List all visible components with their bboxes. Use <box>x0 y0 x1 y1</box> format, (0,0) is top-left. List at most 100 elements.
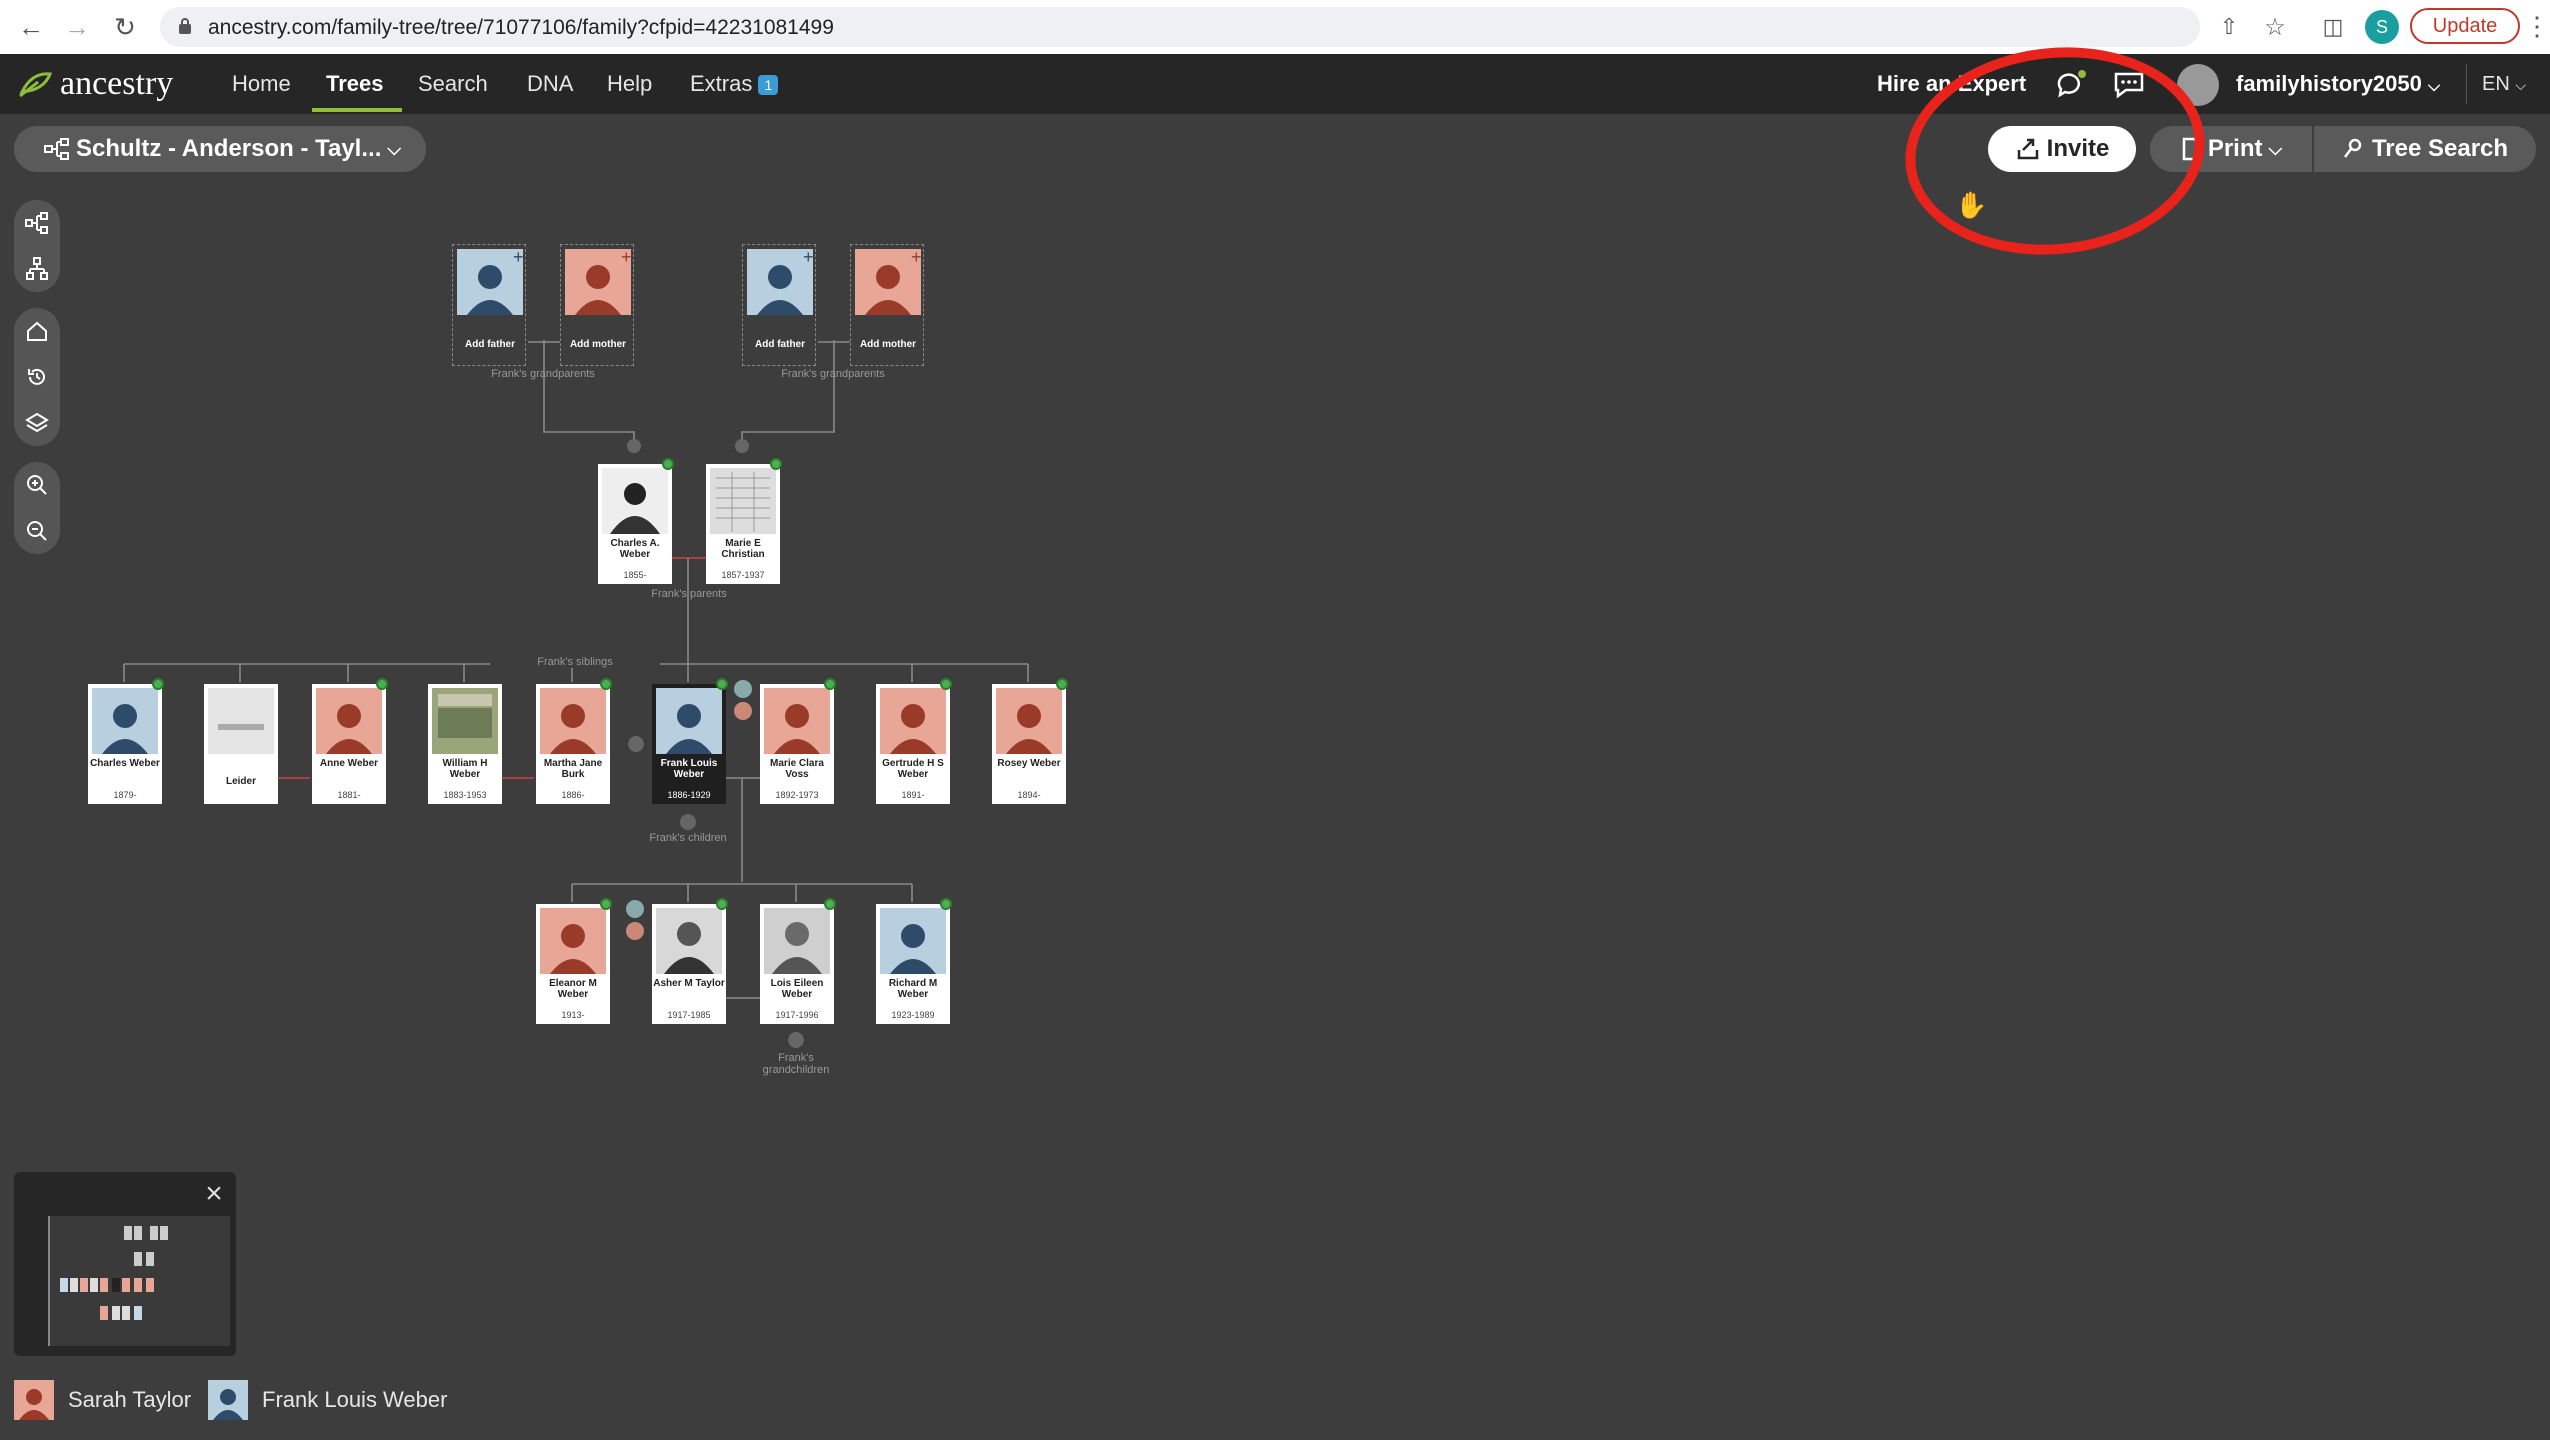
grandchildren-label: Frank's grandchildren <box>762 1052 830 1076</box>
home-person-frank[interactable]: Frank Louis Weber <box>208 1378 447 1422</box>
forward-icon[interactable]: → <box>58 8 96 46</box>
back-icon[interactable]: ← <box>12 8 50 46</box>
tree-search-button[interactable]: Tree Search <box>2314 126 2536 172</box>
hint-leaf-icon[interactable] <box>824 898 836 910</box>
person-card-child[interactable]: Eleanor M Weber 1913- <box>536 898 612 1024</box>
hint-leaf-icon[interactable] <box>716 898 728 910</box>
hint-leaf-icon[interactable] <box>770 458 782 470</box>
photo-portrait <box>656 908 722 974</box>
person-card-sibling[interactable]: Anne Weber 1881- <box>312 678 388 804</box>
browser-menu-icon[interactable]: ⋮ <box>2524 8 2550 46</box>
username-text: familyhistory2050 <box>2236 71 2422 96</box>
person-name: William H Weber <box>442 758 488 780</box>
photo-portrait <box>764 908 830 974</box>
person-dates: 1881- <box>337 790 361 800</box>
share-icon[interactable]: ⇧ <box>2210 8 2248 46</box>
person-card-sibling[interactable]: Gertrude H S Weber 1891- <box>876 678 952 804</box>
minimap-viewport[interactable] <box>48 1216 230 1346</box>
add-father-card-1[interactable]: + Add father <box>452 244 526 366</box>
nav-help[interactable]: Help <box>607 54 652 114</box>
chevron-down-icon: ⌵ <box>2515 77 2526 93</box>
hint-leaf-icon[interactable] <box>152 678 164 690</box>
hint-leaf-icon[interactable] <box>376 678 388 690</box>
person-name: Anne Weber <box>319 758 379 769</box>
tree-search-label: Tree Search <box>2371 135 2509 162</box>
person-dates: 1855- <box>623 570 647 580</box>
nav-home[interactable]: Home <box>232 54 291 114</box>
nav-trees[interactable]: Trees <box>326 54 384 114</box>
username-menu[interactable]: familyhistory2050 ⌵ <box>2236 54 2440 114</box>
svg-text:+: + <box>911 249 921 267</box>
hint-leaf-icon[interactable] <box>600 678 612 690</box>
home-person-sarah[interactable]: Sarah Taylor <box>14 1378 191 1422</box>
logo-text: ancestry <box>60 65 174 102</box>
person-card-sibling[interactable]: Charles Weber 1879- <box>88 678 164 804</box>
male-silhouette-icon <box>656 688 722 754</box>
female-silhouette-icon <box>880 688 946 754</box>
person-card-spouse[interactable]: Marie Clara Voss 1892-1973 <box>760 678 836 804</box>
language-text: EN <box>2482 73 2510 95</box>
add-father-label: Add father <box>465 339 515 350</box>
person-card-sibling[interactable]: Martha Jane Burk 1886- <box>536 678 612 804</box>
parents-label: Frank's parents <box>651 588 727 600</box>
sidebar-icon[interactable]: ◫ <box>2314 8 2352 46</box>
language-selector[interactable]: EN ⌵ <box>2482 54 2526 114</box>
spouse-switch-male-icon[interactable] <box>626 900 644 918</box>
nav-dna[interactable]: DNA <box>527 54 573 114</box>
nav-search[interactable]: Search <box>418 54 488 114</box>
siblings-label: Frank's siblings <box>490 656 660 668</box>
add-mother-card-2[interactable]: + Add mother <box>850 244 924 366</box>
hint-leaf-icon[interactable] <box>662 458 674 470</box>
children-label: Frank's children <box>649 832 727 844</box>
hint-leaf-icon[interactable] <box>716 678 728 690</box>
grandparents-label: Frank's grandparents <box>491 368 595 380</box>
hint-leaf-icon[interactable] <box>600 898 612 910</box>
person-name: Richard M Weber <box>888 978 938 1000</box>
person-card-sibling[interactable]: William H Weber 1883-1953 <box>428 684 502 804</box>
person-name: Eleanor M Weber <box>549 978 597 1000</box>
hint-leaf-icon[interactable] <box>940 898 952 910</box>
focus-person-card[interactable]: Frank Louis Weber 1886-1929 <box>652 678 728 804</box>
bookmark-star-icon[interactable]: ☆ <box>2256 8 2294 46</box>
hint-leaf-icon[interactable] <box>940 678 952 690</box>
female-avatar-icon <box>14 1380 54 1420</box>
photo-portrait <box>602 468 668 534</box>
add-father-card-2[interactable]: + Add father <box>742 244 816 366</box>
spouse-switch-female-icon[interactable] <box>734 702 752 720</box>
hint-leaf-icon[interactable] <box>1056 678 1068 690</box>
update-button[interactable]: Update <box>2410 8 2520 44</box>
close-icon[interactable]: × <box>198 1178 230 1210</box>
person-card-child-spouse[interactable]: Asher M Taylor 1917-1985 <box>652 898 728 1024</box>
female-silhouette-icon: + <box>855 249 921 315</box>
reload-icon[interactable]: ↻ <box>106 8 144 46</box>
chevron-down-icon: ⌵ <box>2268 138 2283 159</box>
spouse-switch-male-icon[interactable] <box>734 680 752 698</box>
minimap-preview <box>60 1226 168 1320</box>
person-name: Marie Clara Voss <box>770 758 824 780</box>
person-name: Frank Louis Weber <box>660 758 718 780</box>
hint-leaf-icon[interactable] <box>824 678 836 690</box>
tree-minimap[interactable]: × <box>14 1172 236 1356</box>
add-mother-card-1[interactable]: + Add mother <box>560 244 634 366</box>
svg-text:+: + <box>621 249 631 267</box>
person-card-parent[interactable]: Marie E Christian 1857-1937 <box>706 458 782 584</box>
person-name: Leider <box>225 776 256 787</box>
person-card-parent[interactable]: Charles A. Weber 1855- <box>598 458 674 584</box>
person-dates: 1883-1953 <box>443 790 487 800</box>
browser-toolbar: ← → ↻ ancestry.com/family-tree/tree/7107… <box>0 0 2550 55</box>
person-card-child[interactable]: Richard M Weber 1923-1989 <box>876 898 952 1024</box>
female-silhouette-icon <box>996 688 1062 754</box>
person-card-sibling[interactable]: Leider <box>204 684 278 804</box>
spouse-switch-female-icon[interactable] <box>626 922 644 940</box>
address-bar[interactable]: ancestry.com/family-tree/tree/71077106/f… <box>160 7 2200 47</box>
nav-extras[interactable]: Extras 1 <box>690 54 779 114</box>
browser-profile-avatar[interactable]: S <box>2365 10 2399 44</box>
nav-divider <box>2466 64 2467 104</box>
person-card-sibling[interactable]: Rosey Weber 1894- <box>992 678 1068 804</box>
person-card-child[interactable]: Lois Eileen Weber 1917-1996 <box>760 898 836 1024</box>
ancestry-logo[interactable]: ancestry <box>18 64 173 104</box>
person-dates: 1892-1973 <box>775 790 819 800</box>
person-dates: 1917-1985 <box>667 1010 711 1020</box>
svg-text:+: + <box>513 249 523 267</box>
person-name: Martha Jane Burk <box>543 758 603 780</box>
